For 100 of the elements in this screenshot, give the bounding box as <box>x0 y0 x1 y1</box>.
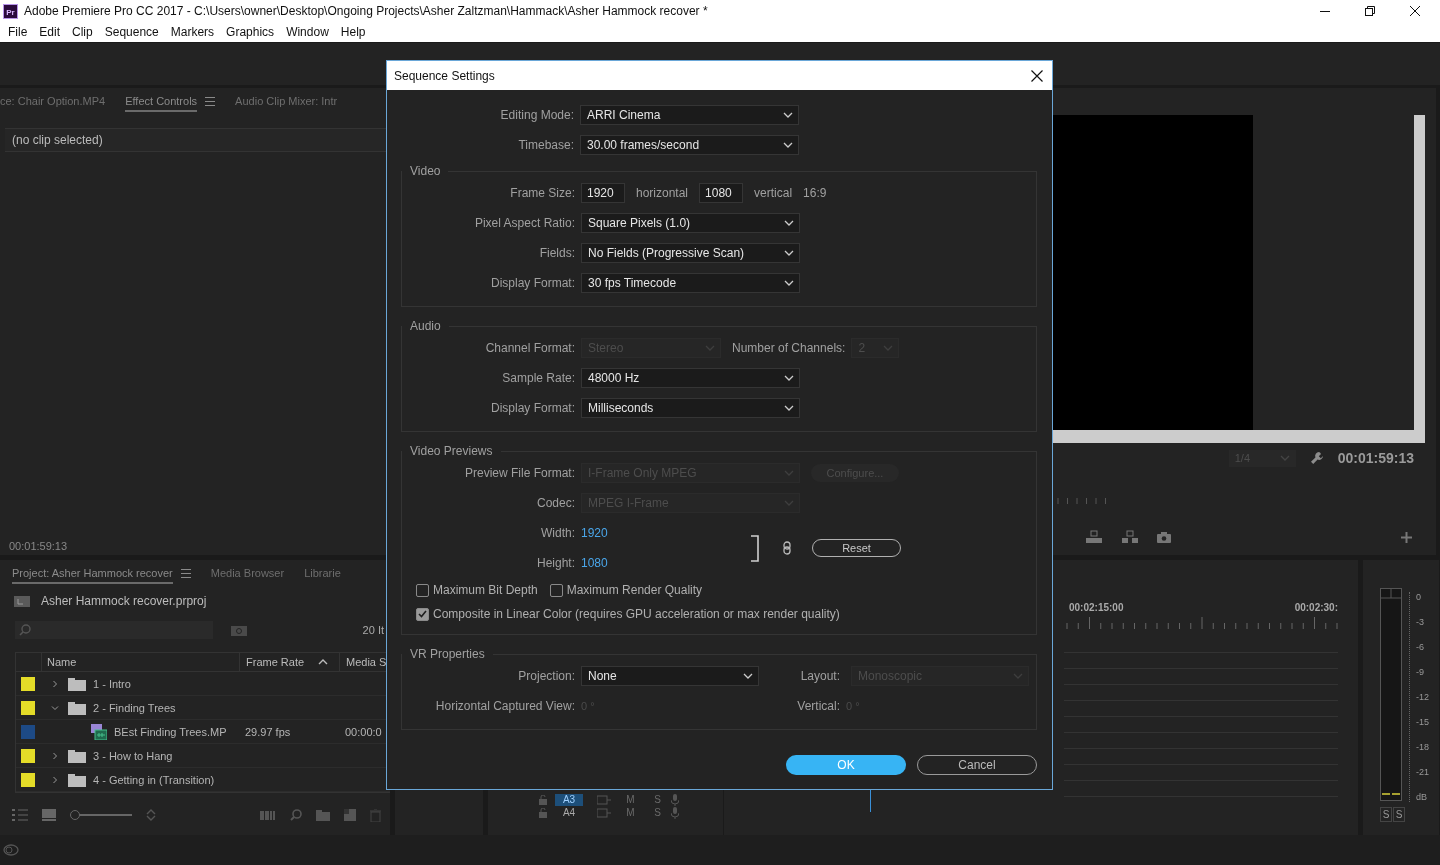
checkbox-label: Maximum Render Quality <box>566 583 703 597</box>
label-color[interactable] <box>21 700 35 715</box>
automate-icon[interactable] <box>260 810 276 820</box>
dropdown[interactable]: 30.00 frames/second <box>580 135 799 155</box>
meter-scale-label: -18 <box>1416 742 1429 752</box>
column-header[interactable]: Frame Rate <box>246 656 305 668</box>
track-name[interactable]: A4 <box>555 806 583 819</box>
label-color[interactable] <box>21 676 35 691</box>
find-icon[interactable] <box>290 809 302 821</box>
menu-item[interactable]: Clip <box>66 25 99 39</box>
extract-icon[interactable] <box>1121 530 1139 544</box>
menu-item[interactable]: Window <box>280 25 335 39</box>
new-bin-icon[interactable] <box>316 809 330 821</box>
solo-button[interactable]: S <box>1380 807 1392 822</box>
new-item-icon[interactable] <box>344 809 356 821</box>
column-header[interactable]: Media S <box>346 656 387 668</box>
restore-icon[interactable] <box>1365 6 1375 16</box>
dropdown[interactable]: None <box>581 666 759 686</box>
lift-icon[interactable] <box>1085 530 1103 544</box>
meter-scale-label: -15 <box>1416 717 1429 727</box>
number-field[interactable]: 1920 <box>581 183 625 203</box>
link-icon[interactable] <box>783 541 791 555</box>
dropdown[interactable]: No Fields (Progressive Scan) <box>581 243 800 263</box>
menu-icon[interactable] <box>180 567 191 579</box>
dropdown[interactable]: ARRI Cinema <box>580 105 799 125</box>
item-name: 2 - Finding Trees <box>93 701 176 714</box>
checkbox[interactable] <box>549 583 563 597</box>
checkbox[interactable] <box>416 583 429 597</box>
number-field[interactable]: 1080 <box>699 183 744 203</box>
item-name: BEst Finding Trees.MP <box>114 725 227 738</box>
icon-view-icon[interactable] <box>42 809 56 821</box>
menu-item[interactable]: Help <box>334 25 372 39</box>
ruler-time: 00:02:30: <box>1294 602 1338 613</box>
menu-item[interactable]: Sequence <box>98 25 165 39</box>
search-field[interactable] <box>15 621 213 639</box>
meter-scale-label: -3 <box>1416 617 1425 627</box>
caret-icon <box>784 470 794 476</box>
track-name[interactable]: A3 <box>555 793 583 806</box>
checkbox[interactable] <box>416 607 429 621</box>
meter-scale-label: -21 <box>1416 767 1429 777</box>
meter-scale-label: -6 <box>1416 642 1425 652</box>
menu-item[interactable]: Markers <box>164 25 221 39</box>
slider-thumb[interactable] <box>70 810 80 820</box>
sync-status-icon[interactable] <box>3 843 19 857</box>
chevron-icon[interactable] <box>51 775 59 784</box>
field-label: Timebase: <box>517 138 574 152</box>
label-color[interactable] <box>21 724 35 739</box>
field-label: Height: <box>535 556 575 570</box>
menu-item[interactable]: File <box>2 25 34 39</box>
folder-icon <box>68 676 86 691</box>
sort-icon[interactable] <box>318 659 329 665</box>
lock-icon[interactable] <box>539 807 547 818</box>
chevron-icon[interactable] <box>51 703 59 712</box>
column-header[interactable]: Name <box>47 656 77 668</box>
caret-icon <box>883 345 894 351</box>
solo-button[interactable]: S <box>1393 807 1405 822</box>
panel-tab[interactable]: Effect Controls <box>125 91 198 112</box>
dropdown[interactable]: Square Pixels (1.0) <box>581 213 800 233</box>
caret-icon <box>784 220 794 226</box>
field-label: Preview File Format: <box>463 466 575 480</box>
dropdown[interactable]: 48000 Hz <box>581 368 800 388</box>
dropdown[interactable]: 30 fps Timecode <box>581 273 800 293</box>
sync-lock-icon[interactable] <box>597 807 611 818</box>
wrench-icon[interactable] <box>1309 451 1324 465</box>
camera-icon[interactable] <box>1157 531 1171 543</box>
field-label: Width: <box>540 526 575 540</box>
microphone-icon[interactable] <box>671 793 679 806</box>
caret-icon <box>1279 455 1290 461</box>
microphone-icon[interactable] <box>671 806 679 819</box>
dialog-title: Sequence Settings <box>394 68 495 83</box>
item-name: 3 - How to Hang <box>93 749 173 762</box>
chevron-icon[interactable] <box>51 679 59 688</box>
size-value[interactable]: 1080 <box>581 556 608 570</box>
chevron-icon[interactable] <box>51 751 59 760</box>
menu-item[interactable]: Edit <box>33 25 67 39</box>
label-color[interactable] <box>21 772 35 787</box>
list-view-icon[interactable] <box>12 809 28 821</box>
checkmark-icon <box>418 610 427 618</box>
timecode: 00:01:59:13 <box>8 540 69 554</box>
new-search-bin-icon[interactable] <box>231 624 247 636</box>
field-label: Sample Rate: <box>501 371 575 385</box>
menu-item[interactable]: Graphics <box>220 25 281 39</box>
plus-icon[interactable] <box>1401 531 1412 543</box>
field-label: Codec: <box>535 496 575 510</box>
bracket-icon <box>750 534 760 562</box>
label-color[interactable] <box>21 748 35 763</box>
field-label: Channel Format: <box>484 341 575 355</box>
field-label: Display Format: <box>489 276 575 290</box>
close-icon[interactable] <box>1031 69 1043 82</box>
menu-icon[interactable] <box>205 96 216 107</box>
sort-order-icon[interactable] <box>146 809 156 821</box>
dropdown[interactable]: Milliseconds <box>581 398 800 418</box>
size-value[interactable]: 1920 <box>581 526 608 540</box>
folder-icon <box>68 772 86 787</box>
group-title: Video Previews <box>409 444 494 458</box>
panel-tab[interactable]: Project: Asher Hammock recover <box>12 562 173 584</box>
sync-lock-icon[interactable] <box>597 794 611 805</box>
checkbox-label: Composite in Linear Color (requires GPU acceleration or max render quality) <box>433 607 840 621</box>
lock-icon[interactable] <box>539 794 547 805</box>
close-icon[interactable] <box>1410 6 1420 16</box>
